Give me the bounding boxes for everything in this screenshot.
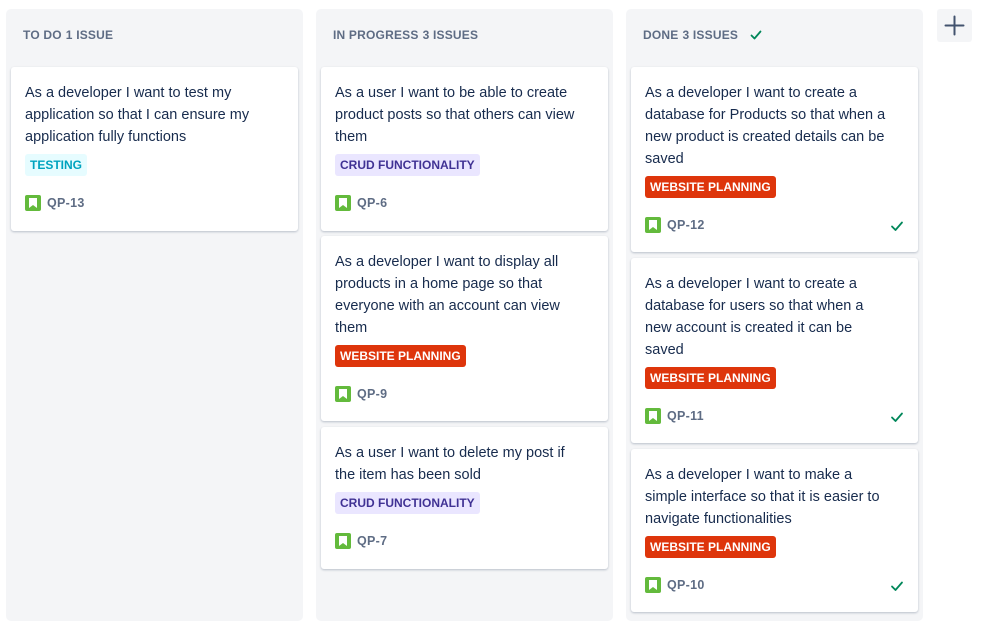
card-summary: As a developer I want to display all pro…: [335, 254, 560, 336]
epic-label: WEBSITE PLANNING: [645, 536, 776, 558]
add-column-button[interactable]: [937, 9, 972, 42]
bookmark-icon: [645, 217, 661, 233]
column-title: TO DO: [23, 28, 62, 42]
checkmark-icon: [891, 581, 903, 591]
card-summary: As a developer I want to create a databa…: [645, 85, 886, 167]
issue-card[interactable]: As a user I want to delete my post if th…: [321, 427, 608, 569]
bookmark-icon: [645, 577, 661, 593]
epic-label: CRUD FUNCTIONALITY: [335, 154, 480, 176]
bookmark-icon: [335, 195, 351, 211]
issue-key[interactable]: QP-10: [667, 578, 705, 592]
checkmark-icon: [750, 30, 762, 40]
column-header-in-progress: IN PROGRESS 3 ISSUES: [333, 28, 478, 42]
bookmark-icon: [25, 195, 41, 211]
epic-label: TESTING: [25, 154, 88, 176]
issue-key[interactable]: QP-7: [357, 534, 387, 548]
column-issue-count: 1 ISSUE: [65, 28, 114, 42]
issue-card[interactable]: As a developer I want to test my applica…: [11, 67, 298, 231]
issue-card[interactable]: As a developer I want to create a databa…: [631, 258, 918, 443]
checkmark-icon: [891, 412, 903, 422]
bookmark-icon: [645, 408, 661, 424]
issue-key[interactable]: QP-13: [47, 196, 85, 210]
column-done: DONE 3 ISSUES As a developer I want to c…: [626, 9, 923, 621]
column-todo: TO DO 1 ISSUE As a developer I want to t…: [6, 9, 303, 621]
issue-card[interactable]: As a developer I want to create a databa…: [631, 67, 918, 252]
checkmark-icon: [891, 221, 903, 231]
column-title: DONE: [643, 28, 679, 42]
column-issue-count: 3 ISSUES: [422, 28, 479, 42]
card-summary: As a developer I want to test my applica…: [25, 85, 250, 145]
column-in-progress: IN PROGRESS 3 ISSUES As a user I want to…: [316, 9, 613, 621]
epic-label: CRUD FUNCTIONALITY: [335, 492, 480, 514]
issue-key[interactable]: QP-11: [667, 409, 704, 423]
epic-label: WEBSITE PLANNING: [645, 367, 776, 389]
issue-key[interactable]: QP-6: [357, 196, 387, 210]
card-summary: As a user I want to delete my post if th…: [335, 445, 565, 483]
issue-card[interactable]: As a developer I want to make a simple i…: [631, 449, 918, 612]
card-summary: As a developer I want to make a simple i…: [645, 467, 880, 527]
epic-label: WEBSITE PLANNING: [335, 345, 466, 367]
epic-label: WEBSITE PLANNING: [645, 176, 776, 198]
column-title: IN PROGRESS: [333, 28, 419, 42]
issue-key[interactable]: QP-9: [357, 387, 387, 401]
issue-card[interactable]: As a developer I want to display all pro…: [321, 236, 608, 421]
issue-key[interactable]: QP-12: [667, 218, 705, 232]
column-header-done: DONE 3 ISSUES: [643, 28, 762, 42]
card-summary: As a developer I want to create a databa…: [645, 276, 864, 358]
plus-icon: [944, 15, 965, 36]
bookmark-icon: [335, 386, 351, 402]
bookmark-icon: [335, 533, 351, 549]
issue-card[interactable]: As a user I want to be able to create pr…: [321, 67, 608, 231]
card-summary: As a user I want to be able to create pr…: [335, 85, 575, 145]
column-header-todo: TO DO 1 ISSUE: [23, 28, 113, 42]
column-issue-count: 3 ISSUES: [682, 28, 739, 42]
